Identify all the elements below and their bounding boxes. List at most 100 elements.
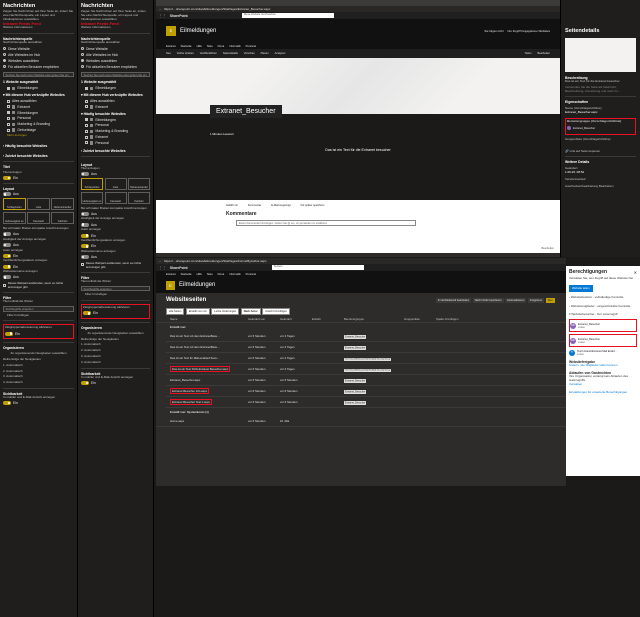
layout-tiles[interactable]: Kacheln <box>51 211 74 224</box>
radio-all-hub[interactable]: Alle Websites im Hub <box>81 53 150 57</box>
flag-sitename-toggle[interactable]: Aus <box>3 275 74 280</box>
follow-button[interactable]: Sie folgen nicht <box>484 29 503 33</box>
hub-site-eilmeldungen[interactable]: Eilmeldungen <box>7 111 74 115</box>
persona-visitor-1[interactable]: EB Extranet_Besucher Lesen <box>570 322 636 329</box>
table-row[interactable]: Das ist ein Text mit dem ExtranetBesu...… <box>166 342 566 353</box>
layout-list[interactable]: Liste <box>104 178 127 191</box>
target-toggle[interactable]: Ein <box>83 311 148 316</box>
visibility-toggle[interactable]: Ein <box>3 401 74 406</box>
like-button[interactable]: Gefällt mir <box>226 204 238 207</box>
recent-heading[interactable]: › Zuletzt besuchte Websites <box>3 154 74 158</box>
layout-toggle[interactable]: Aus <box>3 192 74 197</box>
visibility-toggle[interactable]: Ein <box>81 380 150 385</box>
site-title[interactable]: Eilmeldungen <box>179 282 215 288</box>
order-item-3[interactable]: 3. Automatisch <box>81 354 150 359</box>
select-all-checkbox[interactable]: Alles auswählen <box>7 99 74 103</box>
hub-site-geburtstage[interactable]: Geburtstage <box>7 128 74 132</box>
layout-list[interactable]: Liste <box>27 198 50 211</box>
flag-frequency-toggle[interactable]: Aus <box>3 243 74 248</box>
audience-chip[interactable]: Extranet_Besucher <box>567 126 634 131</box>
cmd-prev[interactable]: Vorher streben <box>177 52 194 55</box>
radio-recommended[interactable]: Für aktuellen Benutzer empfohlen <box>3 65 74 69</box>
persona-visitor-2[interactable]: EB Extranet_Besucher Lesen <box>570 337 636 344</box>
order-item-4[interactable]: 4. Automatisch <box>3 380 74 385</box>
site-search-input[interactable]: Suchen Sie nach einer Website oder geben… <box>3 71 74 78</box>
members-label[interactable]: › Websitemitglieder - eingeschränkte Kon… <box>569 304 637 309</box>
order-item-2[interactable]: 2. Automatisch <box>3 369 74 374</box>
table-row[interactable]: Extranet Besucher Info.aspx vor 6 Stunden… <box>166 386 566 397</box>
organize-desc[interactable]: Zu organisierende Neuigkeiten auswählen <box>81 331 150 336</box>
owners-label[interactable]: › Websitebesitzer - vollständige Kontrol… <box>569 295 637 300</box>
table-row[interactable]: Home.aspx vor 6 Stunden 10. Mai <box>156 416 566 427</box>
cmd-details[interactable]: Seitendetails <box>223 52 238 55</box>
freq-site-marketing[interactable]: Marketing & Branding <box>85 129 150 133</box>
flag-author-toggle[interactable]: Ein <box>3 253 74 258</box>
cmd-schedule[interactable]: Planen <box>261 52 269 55</box>
selected-site-checkbox[interactable]: Eilmeldungen <box>85 86 150 90</box>
group-header-1[interactable]: Erstellt von: <box>156 323 566 331</box>
show-more-link[interactable]: Mehr anzeigen <box>7 133 74 138</box>
cmd-analytics[interactable]: Analysen <box>275 52 286 55</box>
view-recent-changes[interactable]: Letzte Änderungen <box>211 307 240 315</box>
flag-author-toggle[interactable]: Ein <box>81 233 150 238</box>
radio-all-hub[interactable]: Alle Websites im Hub <box>3 53 74 57</box>
nav-item[interactable]: Firma <box>218 273 225 276</box>
nav-item[interactable]: Firma <box>218 45 225 48</box>
back-icon[interactable]: ← <box>159 259 162 263</box>
nav-item[interactable]: Startseite <box>181 273 192 276</box>
view-all-pages[interactable]: Alle Seiten <box>166 307 185 315</box>
page-title[interactable]: Extranet_Besucher <box>210 105 282 118</box>
nav-item[interactable]: Extranet <box>166 45 176 48</box>
layout-hub[interactable]: Hubneuigkeit en <box>81 191 103 204</box>
freq-site-personal-2[interactable]: Personal <box>85 141 150 145</box>
radio-recommended[interactable]: Für aktuellen Benutzer empfohlen <box>81 65 150 69</box>
share-site-button[interactable]: Website teilen <box>569 284 593 292</box>
layout-side-by-side[interactable]: Nebeneinander <box>128 178 150 191</box>
new-button[interactable]: Neu <box>545 297 555 303</box>
name-value[interactable]: Extranet_Besucher.aspx <box>565 110 636 115</box>
order-item-4[interactable]: 4. Automatisch <box>81 360 150 365</box>
persona-visitor-3[interactable]: TI Test Intranet/Extranet Mail Enabl... Le… <box>569 349 637 356</box>
layout-tiles[interactable]: Kacheln <box>128 191 150 204</box>
view-created-by-me[interactable]: Erstellt vom mir <box>185 307 210 315</box>
table-row[interactable]: Extranet Besucher Test 1.aspx vor 6 Stund… <box>166 397 566 408</box>
site-search[interactable]: Suchen <box>271 265 364 270</box>
more-info-link[interactable]: Weitere Informationen <box>81 26 150 30</box>
organize-desc[interactable]: Zu organisierende Neuigkeiten auswählen <box>3 351 74 356</box>
flag-sitename-toggle[interactable]: Aus <box>81 255 150 260</box>
nav-item[interactable]: Personal <box>246 45 256 48</box>
flag-date-toggle[interactable]: Ein <box>3 264 74 269</box>
title-toggle[interactable]: Ein <box>3 175 74 180</box>
hide-empty-checkbox[interactable]: Dieses Webpart ausblenden, wenn es nicht… <box>81 261 150 269</box>
hide-empty-checkbox[interactable]: Dieses Webpart ausblenden, wenn es nicht… <box>3 281 74 289</box>
freq-site-extranet[interactable]: Extranet <box>85 135 150 139</box>
site-title[interactable]: Eilmeldungen <box>180 28 216 34</box>
layout-carousel[interactable]: Karussell <box>104 191 127 204</box>
filter-input[interactable]: Suchbegriffe eingeben <box>81 285 150 292</box>
radio-select-sites[interactable]: Websites auswählen <box>3 59 74 63</box>
add-view-button[interactable]: Ansicht hinzufügen <box>262 307 291 315</box>
table-row[interactable]: Das ist ein Text mit dem ExtranetBesu...… <box>166 331 566 342</box>
view-by-author[interactable]: Nach Autor <box>240 307 261 315</box>
close-icon[interactable]: ✕ <box>634 270 637 275</box>
save-later-button[interactable]: Für später speichern <box>301 204 325 207</box>
order-item-1[interactable]: 1. Automatisch <box>3 363 74 368</box>
checkout-link[interactable]: Auschecken/bearbeitung Bearbeiten <box>565 184 636 189</box>
nav-item[interactable]: Extranet <box>166 273 176 276</box>
recent-heading[interactable]: › Zuletzt besuchte Websites <box>81 149 150 153</box>
guest-manage-link[interactable]: Verwalten <box>569 382 637 387</box>
advanced-permissions-link[interactable]: Einstellungen für erweiterte Berechtigun… <box>569 390 637 395</box>
layout-toggle[interactable]: Aus <box>81 172 150 177</box>
visitors-label[interactable]: ▾ Websitebesucher - Nur Lesezugriff <box>569 312 637 317</box>
cmd-import[interactable]: Nach Inhalt importieren <box>472 297 504 303</box>
nav-item[interactable]: Hilfe <box>197 273 202 276</box>
layout-hub[interactable]: Hubneuigkeit en <box>3 211 26 224</box>
nav-item[interactable]: Sites <box>207 273 213 276</box>
compact-toggle[interactable]: Aus <box>81 211 150 216</box>
desc-value[interactable]: Das ist ein Text für die Extranet besuch… <box>565 79 636 84</box>
post-link[interactable]: Bearbeiten <box>541 247 554 250</box>
add-filter-button[interactable]: Filter hinzufügen <box>7 313 74 318</box>
frequent-heading[interactable]: › Häufig besuchte Websites <box>3 144 74 148</box>
nav-item[interactable]: Hilfe <box>197 45 202 48</box>
col-groups[interactable]: Gruppenliste <box>404 317 436 321</box>
